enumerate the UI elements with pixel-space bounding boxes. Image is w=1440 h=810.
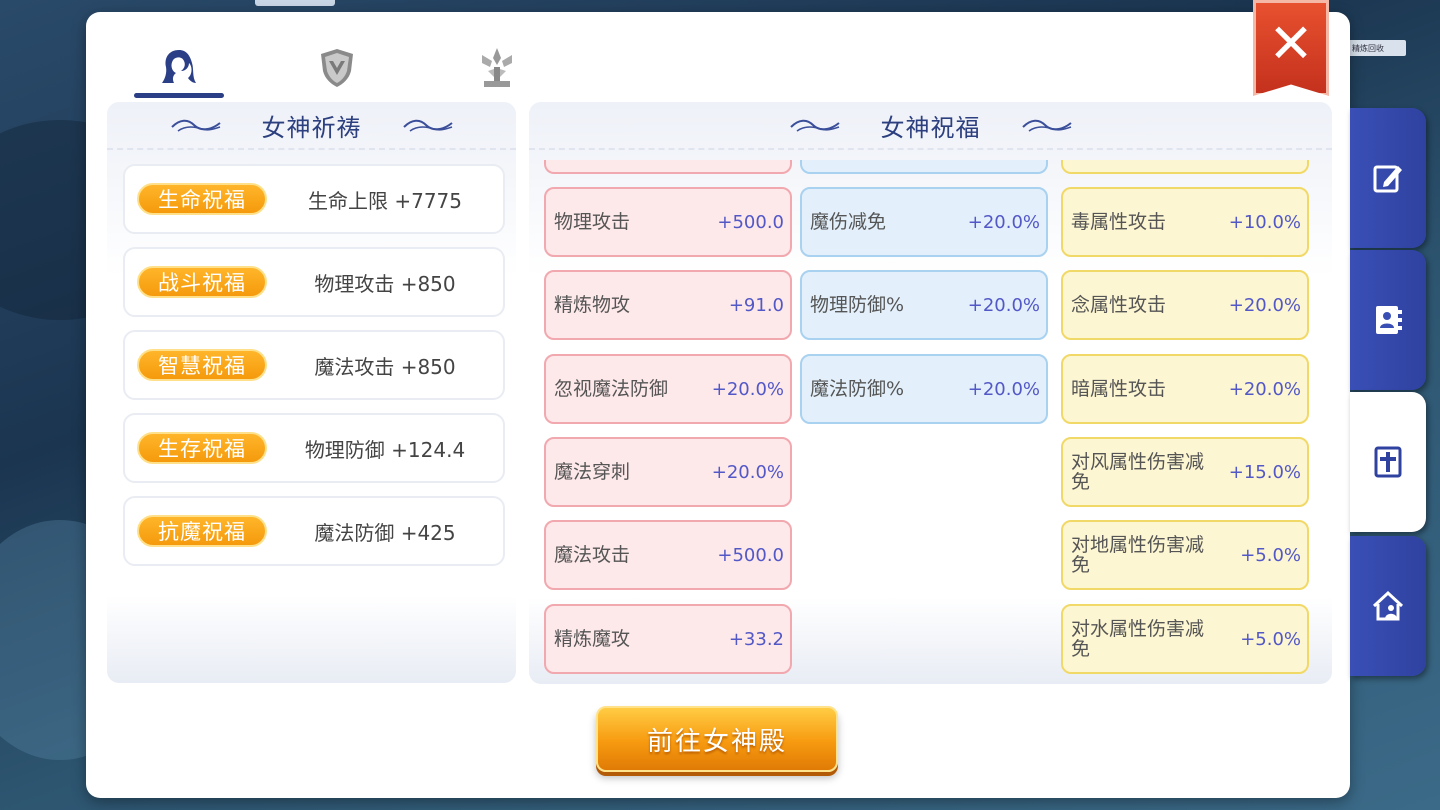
blessing-title: 女神祝福	[880, 113, 981, 142]
stat-card: 对水属性伤害减免 +5.0%	[1061, 604, 1309, 674]
prayer-row: 生存祝福 物理防御 +124.4	[123, 413, 505, 483]
swirl-left-icon	[789, 119, 840, 132]
home-icon	[1372, 590, 1404, 621]
goddess-panel: 女神祈祷 生命祝福 生命上限 +7775 战斗祝福 物理攻击 +850 智慧祝福…	[86, 12, 1350, 798]
stat-card: 毒属性攻击 +10.0%	[1061, 187, 1309, 257]
stat-value: +20.0%	[1228, 378, 1301, 400]
stat-value: +20.0%	[967, 211, 1040, 233]
tab-goddess[interactable]	[134, 38, 224, 98]
stat-value: +91.0	[728, 294, 784, 316]
stat-value: +5.0%	[1240, 544, 1301, 566]
prayer-section: 女神祈祷 生命祝福 生命上限 +7775 战斗祝福 物理攻击 +850 智慧祝福…	[107, 102, 516, 683]
bg-top-label	[255, 0, 335, 6]
swirl-right-icon	[402, 119, 453, 132]
edit-icon	[1373, 165, 1402, 193]
stat-value: +15.0%	[1228, 461, 1301, 483]
stat-label: 忽视魔法防御	[554, 378, 669, 400]
bg-right-label: 精炼回收	[1348, 40, 1406, 56]
stat-value: +33.2	[728, 628, 784, 650]
stat-label: 念属性攻击	[1071, 294, 1167, 316]
swirl-right-icon	[1021, 119, 1072, 132]
prayer-value: 魔法攻击 +850	[314, 354, 456, 379]
stat-card: 精炼物攻 +91.0	[544, 270, 792, 340]
shield-icon	[321, 49, 353, 87]
stat-label: 魔法穿刺	[554, 461, 631, 483]
stat-value: +20.0%	[967, 378, 1040, 400]
blessing-header: 女神祝福	[529, 102, 1332, 150]
stat-label: 魔法防御%	[810, 378, 905, 400]
stat-label: 对风属性伤害减免	[1071, 451, 1205, 493]
cross-icon	[1374, 446, 1402, 478]
tab-crystal[interactable]	[452, 38, 542, 98]
stat-value: +20.0%	[1228, 294, 1301, 316]
stat-card: 忽视魔法防御 +20.0%	[544, 354, 792, 424]
prayer-badge: 抗魔祝福	[137, 515, 267, 547]
stat-label: 魔法攻击	[554, 544, 631, 566]
contact-book-icon	[1376, 306, 1402, 334]
prayer-value: 魔法防御 +425	[314, 520, 456, 545]
prayer-badge: 生存祝福	[137, 432, 267, 464]
stat-card: 魔法攻击 +500.0	[544, 520, 792, 590]
stat-label: 魔伤减免	[810, 211, 887, 233]
stat-value: +20.0%	[967, 294, 1040, 316]
stat-label: 物理防御%	[810, 294, 905, 316]
crystal-icon	[482, 48, 512, 87]
side-tab-home[interactable]	[1350, 536, 1426, 676]
swirl-left-icon	[170, 119, 221, 132]
prayer-badge: 智慧祝福	[137, 349, 267, 381]
blessing-scroll-list[interactable]: 物理攻击 +500.0 精炼物攻 +91.0 忽视魔法防御 +20.0% 魔法穿…	[529, 150, 1332, 674]
prayer-value: 物理攻击 +850	[314, 271, 456, 296]
stat-value: +500.0	[717, 544, 784, 566]
stat-label: 对水属性伤害减免	[1071, 618, 1205, 660]
close-button[interactable]: ✕	[1253, 0, 1329, 96]
blessing-section[interactable]: 女神祝福 物理攻击 +500.0 精炼物攻 +91.0 忽视魔法防御 +20.0…	[529, 102, 1332, 684]
prayer-value: 物理防御 +124.4	[304, 437, 466, 462]
prayer-row: 抗魔祝福 魔法防御 +425	[123, 496, 505, 566]
stat-label: 毒属性攻击	[1071, 211, 1167, 233]
prayer-badge: 战斗祝福	[137, 266, 267, 298]
goddess-icon	[162, 50, 196, 83]
stat-label: 对地属性伤害减免	[1071, 534, 1205, 576]
stat-label: 物理攻击	[554, 211, 631, 233]
stat-card: 物理防御% +20.0%	[800, 270, 1048, 340]
stat-label: 暗属性攻击	[1071, 378, 1167, 400]
stat-value: +5.0%	[1240, 628, 1301, 650]
stat-card: 对风属性伤害减免 +15.0%	[1061, 437, 1309, 507]
stat-card: 暗属性攻击 +20.0%	[1061, 354, 1309, 424]
stat-card: 念属性攻击 +20.0%	[1061, 270, 1309, 340]
stat-card: 对地属性伤害减免 +5.0%	[1061, 520, 1309, 590]
prayer-row: 战斗祝福 物理攻击 +850	[123, 247, 505, 317]
stat-card: 魔法穿刺 +20.0%	[544, 437, 792, 507]
stat-label: 精炼物攻	[554, 294, 631, 316]
prayer-row: 智慧祝福 魔法攻击 +850	[123, 330, 505, 400]
go-to-temple-button[interactable]: 前往女神殿	[596, 706, 838, 772]
stat-value: +10.0%	[1228, 211, 1301, 233]
side-tab-goddess[interactable]	[1350, 392, 1426, 532]
stat-card-partial	[1061, 160, 1309, 174]
stat-card: 魔法防御% +20.0%	[800, 354, 1048, 424]
stat-value: +500.0	[717, 211, 784, 233]
stat-label: 精炼魔攻	[554, 628, 631, 650]
stat-card-partial	[800, 160, 1048, 174]
prayer-badge: 生命祝福	[137, 183, 267, 215]
stat-value: +20.0%	[711, 461, 784, 483]
side-tab-edit[interactable]	[1350, 108, 1426, 248]
stat-card-partial	[544, 160, 792, 174]
side-tab-contacts[interactable]	[1350, 250, 1426, 390]
prayer-value: 生命上限 +7775	[307, 188, 462, 213]
prayer-title: 女神祈祷	[261, 113, 362, 142]
close-icon: ✕	[1268, 12, 1314, 75]
stat-card: 精炼魔攻 +33.2	[544, 604, 792, 674]
stat-card: 魔伤减免 +20.0%	[800, 187, 1048, 257]
stat-card: 物理攻击 +500.0	[544, 187, 792, 257]
prayer-header: 女神祈祷	[107, 102, 516, 150]
prayer-row: 生命祝福 生命上限 +7775	[123, 164, 505, 234]
stat-value: +20.0%	[711, 378, 784, 400]
tab-guardian[interactable]	[292, 38, 382, 98]
